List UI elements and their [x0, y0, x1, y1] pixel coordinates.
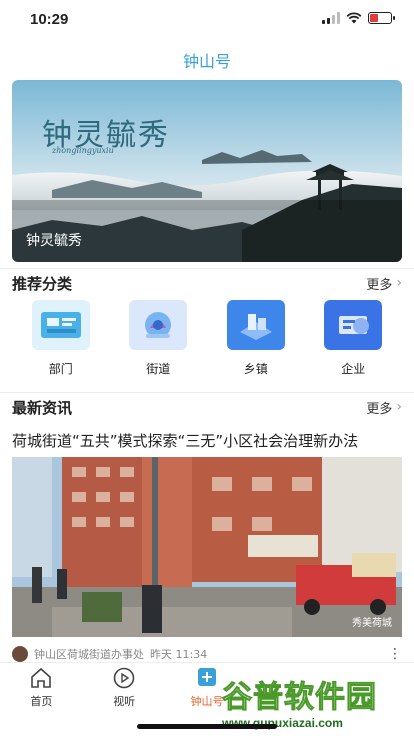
home-icon: [31, 667, 52, 688]
category-label: 街道: [146, 362, 171, 376]
category-label: 企业: [341, 362, 366, 376]
news-header: 最新资讯 更多 ›: [12, 392, 402, 422]
news-image[interactable]: 秀美荷城: [12, 457, 402, 637]
news-time: 昨天 11:34: [150, 648, 208, 661]
township-icon: [226, 300, 285, 350]
news-meta: 钟山区荷城街道办事处 昨天 11:34 ⋮: [12, 646, 402, 662]
category-item-township[interactable]: 乡镇: [216, 300, 296, 377]
banner-carousel[interactable]: 钟灵毓秀 zhonglingyuxiu 钟灵毓秀: [12, 80, 402, 262]
category-label: 乡镇: [243, 362, 268, 376]
status-time: 10:29: [30, 11, 69, 28]
category-label: 部门: [48, 362, 73, 376]
enterprise-icon: [324, 300, 383, 350]
play-icon: [113, 667, 135, 689]
plus-square-icon: [197, 668, 216, 686]
news-source: 钟山区荷城街道办事处: [34, 648, 144, 661]
status-bar: 10:29: [0, 0, 414, 40]
chevron-right-icon: ›: [396, 275, 402, 291]
category-item-department[interactable]: 部门: [21, 300, 101, 377]
more-options-icon[interactable]: ⋮: [388, 646, 402, 662]
more-label: 更多: [366, 277, 393, 293]
more-label: 更多: [366, 401, 393, 417]
tab-label: 视听: [113, 695, 136, 708]
news-more-link[interactable]: 更多 ›: [366, 398, 402, 417]
cellular-signal-icon: [322, 12, 340, 24]
chevron-right-icon: ›: [396, 399, 402, 415]
news-headline[interactable]: 荷城街道“五共”模式探索“三无”小区社会治理新办法: [12, 430, 408, 451]
recommend-header: 推荐分类 更多 ›: [12, 268, 402, 298]
recommend-title: 推荐分类: [12, 274, 73, 293]
tab-home[interactable]: 首页: [0, 663, 83, 736]
battery-icon: [368, 12, 395, 24]
banner-subtitle: zhonglingyuxiu: [52, 146, 114, 155]
home-indicator[interactable]: [137, 724, 277, 729]
avatar: [12, 646, 28, 662]
page-title: 钟山号: [182, 52, 231, 71]
tab-label: 钟山号: [190, 695, 224, 708]
watermark-text: 谷普软件园: [222, 680, 377, 716]
department-icon: [31, 300, 90, 350]
status-icons: [322, 12, 395, 24]
wifi-icon: [346, 12, 362, 24]
recommend-more-link[interactable]: 更多 ›: [366, 274, 402, 293]
category-item-enterprise[interactable]: 企业: [313, 300, 393, 377]
category-grid: 部门 街道 乡镇 企业: [12, 300, 402, 377]
news-title: 最新资讯: [12, 398, 73, 417]
banner-caption: 钟灵毓秀: [26, 233, 82, 249]
watermark-logo: 谷普软件园 www.gupuxiazai.com: [222, 672, 412, 732]
category-item-street[interactable]: 街道: [118, 300, 198, 377]
tab-label: 首页: [30, 695, 53, 708]
street-icon: [129, 300, 188, 350]
image-watermark: 秀美荷城: [352, 618, 392, 629]
